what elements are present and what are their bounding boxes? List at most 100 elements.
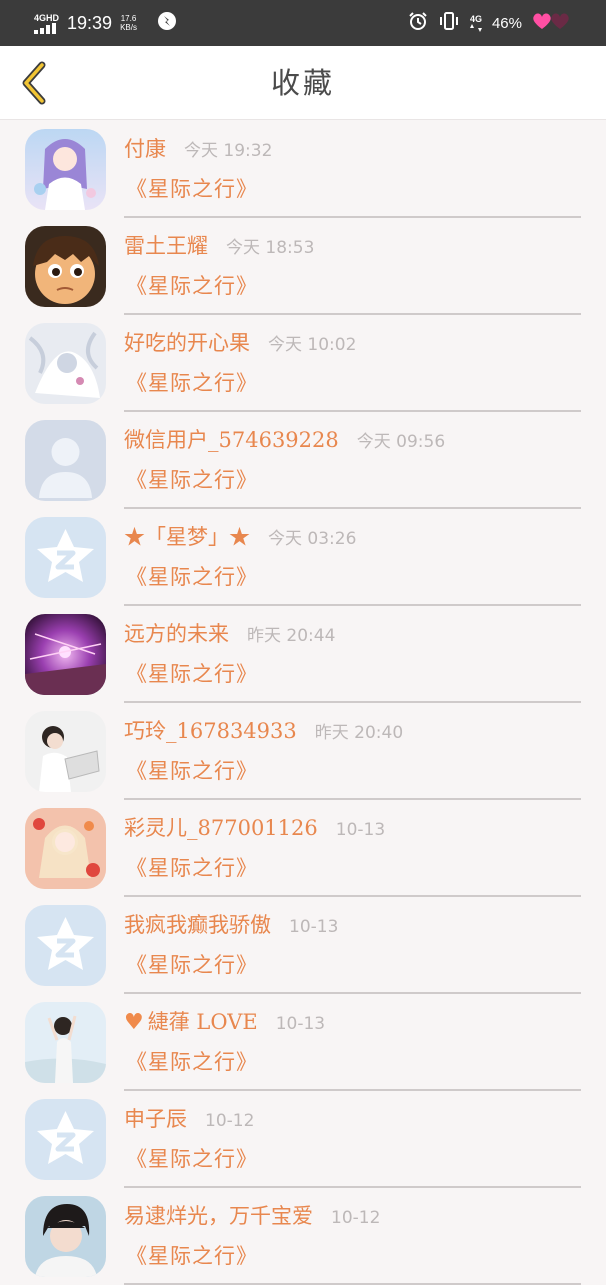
heart-icon: ♥ — [124, 1010, 144, 1035]
favorite-time: 今天 19:32 — [184, 141, 273, 161]
item-header-line: 好吃的开心果 今天 10:02 — [124, 327, 356, 357]
battery-percent: 46% — [491, 14, 522, 32]
status-bar-left: 4GHD 19:39 17.6 KB/s — [34, 0, 177, 46]
page-title: 收藏 — [270, 66, 335, 100]
item-header-line: 雷土王耀 今天 18:53 — [124, 230, 314, 260]
item-header-line: ♥ 緁葎 LOVE 10-13 — [124, 1006, 325, 1036]
list-item[interactable]: 好吃的开心果 今天 10:02 《星际之行》 — [0, 315, 606, 412]
item-text: 申子辰 10-12 《星际之行》 — [124, 1091, 581, 1188]
favorite-time: 今天 10:02 — [268, 335, 357, 355]
item-text: 微信用户_574639228 今天 09:56 《星际之行》 — [124, 412, 581, 509]
user-nickname[interactable]: 付康 — [124, 133, 166, 163]
favorite-time: 10-12 — [205, 1111, 255, 1131]
item-header-line: 彩灵儿_877001126 10-13 — [124, 812, 385, 842]
list-item[interactable]: 彩灵儿_877001126 10-13 《星际之行》 — [0, 800, 606, 897]
header: 收藏 — [0, 46, 606, 120]
item-header-line: 远方的未来 昨天 20:44 — [124, 618, 335, 648]
status-bar: 4GHD 19:39 17.6 KB/s 4G 46% — [0, 0, 606, 46]
list-item[interactable]: 付康 今天 19:32 《星际之行》 — [0, 121, 606, 218]
user-avatar[interactable] — [25, 420, 106, 501]
item-text: 易逮烊光，万千宝爱 10-12 《星际之行》 — [124, 1188, 581, 1285]
list-item[interactable]: 易逮烊光，万千宝爱 10-12 《星际之行》 — [0, 1188, 606, 1285]
item-header-line: 巧玲_167834933 昨天 20:40 — [124, 715, 403, 745]
item-text: 雷土王耀 今天 18:53 《星际之行》 — [124, 218, 581, 315]
list-item[interactable]: 申子辰 10-12 《星际之行》 — [0, 1091, 606, 1188]
favorite-time: 昨天 20:44 — [247, 626, 336, 646]
list-item[interactable]: 我疯我癫我骄傲 10-13 《星际之行》 — [0, 897, 606, 994]
status-bar-right: 4G 46% — [408, 0, 572, 46]
user-avatar[interactable] — [25, 517, 106, 598]
heart-battery-icon — [532, 11, 572, 36]
user-avatar[interactable] — [25, 808, 106, 889]
book-title[interactable]: 《星际之行》 — [126, 464, 258, 494]
item-text: 彩灵儿_877001126 10-13 《星际之行》 — [124, 800, 581, 897]
favorite-time: 10-13 — [275, 1014, 326, 1034]
list-item[interactable]: 远方的未来 昨天 20:44 《星际之行》 — [0, 606, 606, 703]
user-nickname[interactable]: ★「星梦」★ — [124, 521, 250, 551]
book-title[interactable]: 《星际之行》 — [126, 270, 258, 300]
user-avatar[interactable] — [25, 226, 106, 307]
list-item[interactable]: ♥ 緁葎 LOVE 10-13 《星际之行》 — [0, 994, 606, 1091]
user-nickname[interactable]: 我疯我癫我骄傲 — [124, 909, 271, 939]
clock-time: 19:39 — [67, 12, 113, 33]
favorites-list: 付康 今天 19:32 《星际之行》 雷土王耀 今天 18:53 《星际之行》 好吃的开… — [0, 121, 606, 1285]
network-speed: 17.6 KB/s — [120, 14, 137, 32]
list-item[interactable]: 雷土王耀 今天 18:53 《星际之行》 — [0, 218, 606, 315]
user-nickname[interactable]: 巧玲_167834933 — [124, 715, 297, 745]
book-title[interactable]: 《星际之行》 — [126, 1143, 258, 1173]
item-text: ♥ 緁葎 LOVE 10-13 《星际之行》 — [124, 994, 581, 1091]
app-notification-icon — [157, 11, 177, 36]
user-nickname[interactable]: 远方的未来 — [124, 618, 229, 648]
favorite-time: 今天 09:56 — [356, 432, 446, 452]
user-nickname[interactable]: ♥ 緁葎 LOVE — [124, 1006, 258, 1036]
user-avatar[interactable] — [25, 1099, 106, 1180]
user-avatar[interactable] — [25, 711, 106, 792]
user-nickname[interactable]: 彩灵儿_877001126 — [124, 812, 318, 842]
user-avatar[interactable] — [25, 1196, 106, 1277]
vibrate-icon — [438, 11, 460, 36]
favorite-time: 今天 03:26 — [268, 529, 357, 549]
favorite-time: 昨天 20:40 — [314, 723, 404, 743]
item-header-line: 我疯我癫我骄傲 10-13 — [124, 909, 338, 939]
user-avatar[interactable] — [25, 323, 106, 404]
item-header-line: 付康 今天 19:32 — [124, 133, 272, 163]
item-header-line: 申子辰 10-12 — [124, 1103, 254, 1133]
item-header-line: ★「星梦」★ 今天 03:26 — [124, 521, 356, 551]
book-title[interactable]: 《星际之行》 — [126, 949, 258, 979]
favorite-time: 今天 18:53 — [226, 238, 315, 258]
item-text: 好吃的开心果 今天 10:02 《星际之行》 — [124, 315, 581, 412]
signal-icon: 4GHD — [34, 13, 59, 34]
user-avatar[interactable] — [25, 1002, 106, 1083]
book-title[interactable]: 《星际之行》 — [126, 173, 258, 203]
item-text: ★「星梦」★ 今天 03:26 《星际之行》 — [124, 509, 581, 606]
book-title[interactable]: 《星际之行》 — [126, 367, 258, 397]
favorite-time: 10-12 — [331, 1208, 381, 1228]
user-nickname[interactable]: 申子辰 — [124, 1103, 187, 1133]
user-nickname[interactable]: 好吃的开心果 — [124, 327, 250, 357]
item-text: 付康 今天 19:32 《星际之行》 — [124, 121, 581, 218]
user-avatar[interactable] — [25, 614, 106, 695]
book-title[interactable]: 《星际之行》 — [126, 1240, 258, 1270]
user-avatar[interactable] — [25, 129, 106, 210]
user-nickname[interactable]: 雷土王耀 — [124, 230, 208, 260]
user-nickname[interactable]: 微信用户_574639228 — [124, 424, 339, 454]
mobile-data-icon: 4G — [469, 14, 482, 32]
alarm-icon — [408, 11, 428, 36]
book-title[interactable]: 《星际之行》 — [126, 852, 258, 882]
book-title[interactable]: 《星际之行》 — [126, 561, 258, 591]
item-text: 远方的未来 昨天 20:44 《星际之行》 — [124, 606, 581, 703]
favorite-time: 10-13 — [289, 917, 339, 937]
list-item[interactable]: 巧玲_167834933 昨天 20:40 《星际之行》 — [0, 703, 606, 800]
book-title[interactable]: 《星际之行》 — [126, 755, 258, 785]
favorite-time: 10-13 — [335, 820, 386, 840]
book-title[interactable]: 《星际之行》 — [126, 658, 258, 688]
item-text: 我疯我癫我骄傲 10-13 《星际之行》 — [124, 897, 581, 994]
item-header-line: 易逮烊光，万千宝爱 10-12 — [124, 1200, 380, 1230]
book-title[interactable]: 《星际之行》 — [126, 1046, 258, 1076]
item-header-line: 微信用户_574639228 今天 09:56 — [124, 424, 445, 454]
user-avatar[interactable] — [25, 905, 106, 986]
item-text: 巧玲_167834933 昨天 20:40 《星际之行》 — [124, 703, 581, 800]
list-item[interactable]: ★「星梦」★ 今天 03:26 《星际之行》 — [0, 509, 606, 606]
list-item[interactable]: 微信用户_574639228 今天 09:56 《星际之行》 — [0, 412, 606, 509]
user-nickname[interactable]: 易逮烊光，万千宝爱 — [124, 1200, 313, 1230]
